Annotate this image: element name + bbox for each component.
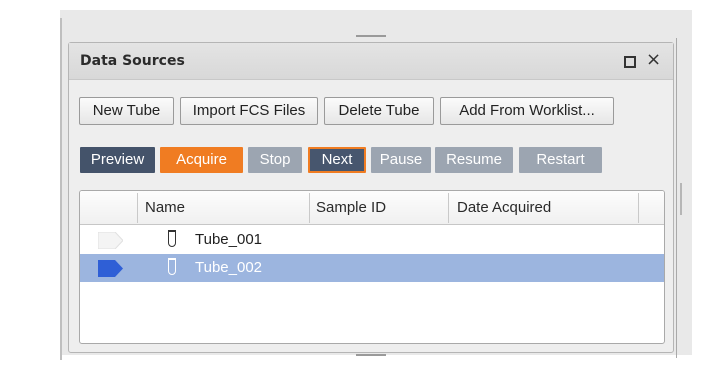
top-splitter-grip[interactable]: [356, 35, 386, 37]
add-from-worklist-button[interactable]: Add From Worklist...: [440, 97, 614, 125]
tube-icon: [168, 258, 176, 275]
column-separator[interactable]: [309, 193, 310, 223]
vertical-splitter-grip[interactable]: [680, 183, 682, 215]
resume-button[interactable]: Resume: [435, 147, 513, 173]
delete-tube-button[interactable]: Delete Tube: [324, 97, 434, 125]
column-header-sample-id[interactable]: Sample ID: [316, 199, 386, 216]
tube-icon: [168, 230, 176, 247]
panel-title: Data Sources: [80, 53, 185, 69]
workspace-left-border: [60, 18, 62, 360]
inactive-pointer-icon: [98, 232, 123, 249]
stop-button[interactable]: Stop: [248, 147, 302, 173]
workspace-right-border: [676, 38, 677, 358]
tube-name: Tube_001: [195, 231, 263, 248]
new-tube-button[interactable]: New Tube: [79, 97, 174, 125]
panel-header: Data Sources ×: [69, 43, 673, 80]
tube-name: Tube_002: [195, 259, 263, 276]
preview-button[interactable]: Preview: [80, 147, 155, 173]
column-header-name[interactable]: Name: [145, 199, 185, 216]
import-fcs-files-button[interactable]: Import FCS Files: [180, 97, 318, 125]
data-sources-panel: Data Sources × New Tube Import FCS Files…: [68, 42, 674, 353]
column-separator[interactable]: [137, 193, 138, 223]
close-icon[interactable]: ×: [646, 50, 661, 70]
grid-header: Name Sample ID Date Acquired: [80, 191, 664, 225]
tubes-grid: Name Sample ID Date Acquired Tube_001 Tu…: [79, 190, 665, 344]
bottom-splitter-grip[interactable]: [356, 354, 386, 356]
table-row[interactable]: Tube_002: [80, 254, 664, 282]
maximize-icon[interactable]: [624, 56, 636, 68]
table-row[interactable]: Tube_001: [80, 226, 664, 254]
restart-button[interactable]: Restart: [519, 147, 602, 173]
acquire-button[interactable]: Acquire: [160, 147, 243, 173]
column-header-date-acquired[interactable]: Date Acquired: [457, 199, 551, 216]
column-separator[interactable]: [448, 193, 449, 223]
current-pointer-icon: [98, 260, 123, 277]
column-separator[interactable]: [638, 193, 639, 223]
pause-button[interactable]: Pause: [371, 147, 431, 173]
next-button[interactable]: Next: [308, 147, 366, 173]
